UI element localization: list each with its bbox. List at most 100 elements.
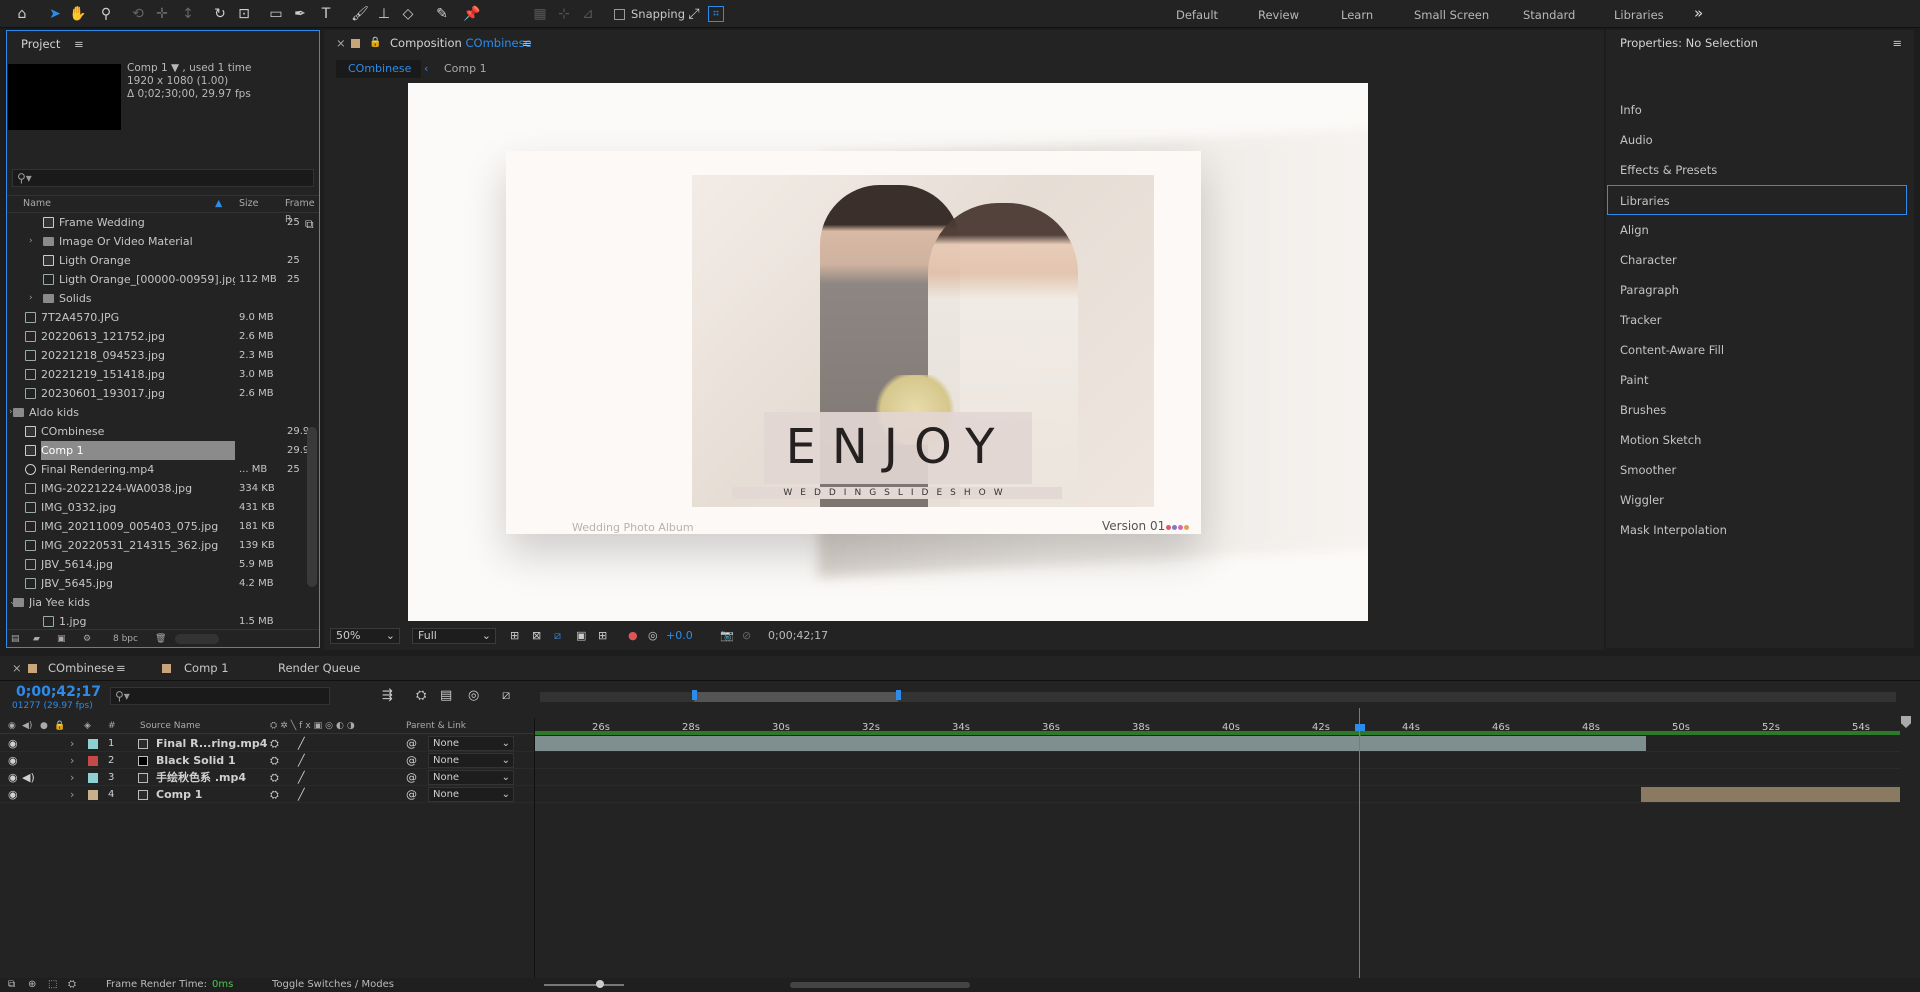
- layer-source-name[interactable]: Final R...ring.mp4: [156, 735, 267, 752]
- footer-keyframe-icon[interactable]: ⬚: [48, 978, 57, 992]
- flowchart-icon[interactable]: ⧉: [305, 217, 314, 232]
- solo-icon[interactable]: ●: [40, 718, 48, 734]
- property-item-smoother[interactable]: Smoother: [1620, 455, 1676, 485]
- layer-row[interactable]: ◉ › 4 Comp 1 ⛭ ╱ @ None ⌄: [0, 786, 534, 803]
- expand-icon[interactable]: ›: [29, 289, 33, 308]
- column-size[interactable]: Size: [239, 196, 259, 212]
- shy-switch-icon[interactable]: ⛭: [270, 735, 279, 752]
- close-tab-icon[interactable]: ×: [336, 30, 346, 56]
- new-comp-icon[interactable]: ▣: [57, 630, 66, 648]
- parent-dropdown[interactable]: None ⌄: [428, 753, 514, 768]
- selection-tool-icon[interactable]: ➤: [45, 4, 65, 24]
- property-item-info[interactable]: Info: [1620, 95, 1642, 125]
- eye-icon[interactable]: ◉: [8, 769, 18, 786]
- resolution-dropdown[interactable]: Full ⌄: [412, 628, 496, 644]
- layer-duration-bar[interactable]: [1641, 787, 1900, 802]
- workspace-libraries[interactable]: Libraries: [1614, 0, 1664, 28]
- zoom-dropdown[interactable]: 50% ⌄: [330, 628, 400, 644]
- breadcrumb-comp1[interactable]: Comp 1: [444, 60, 487, 78]
- rectangle-tool-icon[interactable]: ▭: [266, 4, 286, 24]
- work-area-end-handle[interactable]: [896, 690, 901, 700]
- project-item[interactable]: Comp 1 29.9: [7, 441, 309, 460]
- axis-world-icon[interactable]: ⊿: [578, 4, 598, 24]
- project-item[interactable]: 20230601_193017.jpg 2.6 MB: [7, 384, 307, 403]
- project-search-input[interactable]: ⚲▾: [12, 169, 314, 187]
- property-item-mask-interpolation[interactable]: Mask Interpolation: [1620, 515, 1727, 545]
- properties-menu-icon[interactable]: ≡: [1892, 30, 1902, 56]
- trash-icon[interactable]: 🗑: [155, 630, 166, 648]
- fast-preview-icon[interactable]: ⊞: [510, 626, 519, 646]
- new-folder-icon[interactable]: ▰: [33, 630, 40, 648]
- layer-source-name[interactable]: 手绘秋色系 .mp4: [156, 769, 246, 786]
- property-item-align[interactable]: Align: [1620, 215, 1649, 245]
- label-color-swatch[interactable]: [88, 790, 98, 800]
- snap-option-icon[interactable]: ⤢: [684, 4, 704, 24]
- layer-duration-bar[interactable]: [535, 736, 1646, 751]
- pick-whip-icon[interactable]: @: [406, 735, 417, 752]
- work-area-range[interactable]: [694, 692, 898, 702]
- zoom-slider-track[interactable]: [544, 984, 624, 986]
- type-tool-icon[interactable]: T: [316, 4, 336, 24]
- draft-3d-icon[interactable]: ⛭: [416, 688, 426, 703]
- workspace-default[interactable]: Default: [1176, 0, 1218, 28]
- layer-row[interactable]: ◉ › 1 Final R...ring.mp4 ⛭ ╱ @ None ⌄: [0, 735, 534, 752]
- project-item[interactable]: IMG_20211009_005403_075.jpg 181 KB: [7, 517, 307, 536]
- panel-menu-icon[interactable]: ≡: [74, 31, 84, 57]
- workspace-review[interactable]: Review: [1258, 0, 1299, 28]
- parent-dropdown[interactable]: None ⌄: [428, 736, 514, 751]
- eye-icon[interactable]: ◉: [8, 752, 18, 769]
- current-time-display[interactable]: 0;00;42;17: [768, 626, 828, 646]
- video-toggle-icon[interactable]: ◉: [8, 718, 16, 734]
- lock-column-icon[interactable]: 🔒: [54, 718, 65, 734]
- project-item[interactable]: IMG_0332.jpg 431 KB: [7, 498, 307, 517]
- end-marker[interactable]: [1901, 716, 1911, 728]
- property-item-tracker[interactable]: Tracker: [1620, 305, 1662, 335]
- property-item-wiggler[interactable]: Wiggler: [1620, 485, 1664, 515]
- timeline-timecode[interactable]: 0;00;42;17: [16, 684, 101, 700]
- dolly-tool-icon[interactable]: ↕: [178, 4, 198, 24]
- color-channel-icon[interactable]: ●: [628, 626, 638, 646]
- comp-panel-menu-icon[interactable]: ≡: [522, 30, 532, 56]
- project-item[interactable]: 20221218_094523.jpg 2.3 MB: [7, 346, 307, 365]
- pick-whip-icon[interactable]: @: [406, 786, 417, 803]
- timeline-search-input[interactable]: ⚲▾: [110, 687, 330, 705]
- column-name[interactable]: Name: [23, 196, 51, 212]
- time-ruler[interactable]: 26s 28s 30s 32s 34s 36s 38s 40s 42s 44s 46s 48s 50s 5…: [540, 682, 1900, 736]
- rotation-tool-icon[interactable]: ↻: [210, 4, 230, 24]
- close-timeline-tab-icon[interactable]: ×: [12, 656, 22, 680]
- workspace-standard[interactable]: Standard: [1523, 0, 1575, 28]
- orbit-tool-icon[interactable]: ⟲: [128, 4, 148, 24]
- region-of-interest-icon[interactable]: ▣: [576, 626, 586, 646]
- timeline-menu-icon[interactable]: ≡: [116, 656, 126, 680]
- color-management-icon[interactable]: ◎: [648, 626, 658, 646]
- property-item-libraries[interactable]: Libraries: [1607, 185, 1907, 215]
- label-color-swatch[interactable]: [88, 739, 98, 749]
- project-settings-icon[interactable]: ⚙: [83, 630, 91, 648]
- frame-blending-icon[interactable]: ▤: [440, 688, 452, 703]
- timeline-tab-render-queue[interactable]: Render Queue: [278, 656, 360, 680]
- property-item-effects-presets[interactable]: Effects & Presets: [1620, 155, 1717, 185]
- project-scrollbar[interactable]: [307, 427, 317, 587]
- quality-switch-icon[interactable]: ╱: [298, 752, 305, 769]
- parent-dropdown[interactable]: None ⌄: [428, 770, 514, 785]
- eraser-tool-icon[interactable]: ◇: [398, 4, 418, 24]
- snapshot-icon[interactable]: 📷: [720, 626, 734, 646]
- composition-viewer[interactable]: ENJOY WEDDINGSLIDESHOW Wedding Photo Alb…: [408, 83, 1368, 621]
- project-item[interactable]: 7T2A4570.JPG 9.0 MB: [7, 308, 307, 327]
- pan-tool-icon[interactable]: ✛: [152, 4, 172, 24]
- quality-switch-icon[interactable]: ╱: [298, 735, 305, 752]
- pen-tool-icon[interactable]: ✒: [290, 4, 310, 24]
- project-item[interactable]: ⌄Jia Yee kids: [7, 593, 307, 612]
- composition-tab[interactable]: Composition COmbinese: [390, 30, 532, 56]
- property-item-paragraph[interactable]: Paragraph: [1620, 275, 1679, 305]
- quality-switch-icon[interactable]: ╱: [298, 786, 305, 803]
- layer-source-name[interactable]: Comp 1: [156, 786, 202, 803]
- quality-switch-icon[interactable]: ╱: [298, 769, 305, 786]
- pick-whip-icon[interactable]: @: [406, 752, 417, 769]
- expand-layer-icon[interactable]: ›: [70, 752, 74, 769]
- timeline-tab-comp1[interactable]: Comp 1: [184, 656, 229, 680]
- show-snapshot-icon[interactable]: ⊘: [742, 626, 751, 646]
- project-item[interactable]: › Aldo kids: [7, 403, 307, 422]
- speaker-icon[interactable]: ◀): [22, 769, 35, 786]
- project-item[interactable]: JBV_5645.jpg 4.2 MB: [7, 574, 307, 593]
